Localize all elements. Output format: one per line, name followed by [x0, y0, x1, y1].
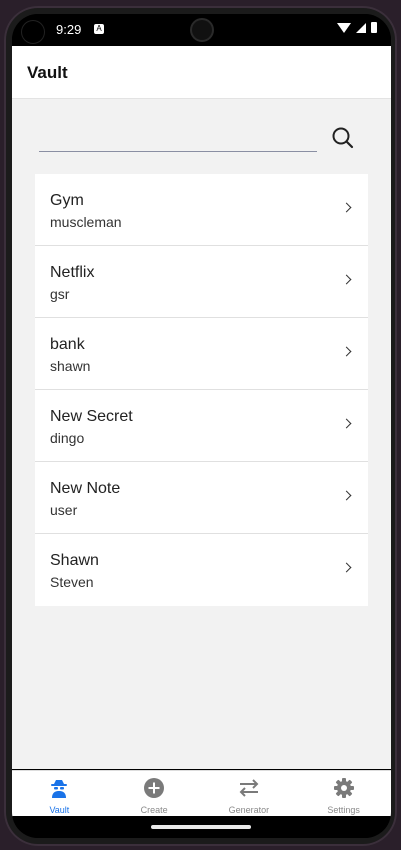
nav-label: Settings	[327, 805, 360, 815]
device-frame: 9:29 A Vault Gym muscleman Netflix gsr b…	[4, 6, 397, 846]
item-subtitle: muscleman	[50, 214, 122, 230]
nav-item-settings[interactable]: Settings	[296, 771, 391, 817]
search-input[interactable]	[39, 127, 317, 152]
page-title: Vault	[27, 63, 68, 82]
battery-icon	[371, 22, 377, 33]
swap-arrows-icon	[239, 779, 259, 797]
gear-icon	[333, 778, 354, 798]
app-bar: Vault	[12, 46, 391, 99]
nav-item-vault[interactable]: Vault	[12, 771, 107, 817]
nav-label: Vault	[49, 805, 70, 815]
screen: 9:29 A Vault Gym muscleman Netflix gsr b…	[12, 14, 391, 838]
list-item[interactable]: Netflix gsr	[35, 246, 368, 318]
status-time: 9:29	[56, 22, 82, 37]
chevron-right-icon	[341, 202, 352, 213]
chevron-right-icon	[341, 274, 352, 285]
item-title: Gym	[50, 192, 84, 209]
list-item[interactable]: Shawn Steven	[35, 534, 368, 606]
item-subtitle: gsr	[50, 286, 70, 302]
list-item[interactable]: New Secret dingo	[35, 390, 368, 462]
item-title: Netflix	[50, 264, 95, 281]
bottom-navigation: Vault Create Generator Settings	[12, 770, 391, 817]
item-subtitle: user	[50, 502, 78, 518]
search-icon[interactable]	[330, 125, 356, 151]
signal-icon	[356, 22, 366, 33]
nav-item-generator[interactable]: Generator	[202, 771, 297, 817]
front-camera	[192, 20, 212, 40]
chevron-right-icon	[341, 562, 352, 573]
nav-item-create[interactable]: Create	[107, 771, 202, 817]
list-item[interactable]: bank shawn	[35, 318, 368, 390]
item-title: bank	[50, 336, 85, 353]
main-content: Gym muscleman Netflix gsr bank shawn New…	[12, 99, 391, 769]
item-title: New Note	[50, 480, 121, 497]
a-notification-icon: A	[94, 24, 104, 34]
status-icons	[337, 22, 377, 33]
chevron-right-icon	[341, 490, 352, 501]
nav-label: Generator	[228, 805, 270, 815]
list-item[interactable]: Gym muscleman	[35, 174, 368, 246]
item-subtitle: Steven	[50, 574, 94, 590]
item-subtitle: dingo	[50, 430, 85, 446]
secrets-list: Gym muscleman Netflix gsr bank shawn New…	[35, 174, 368, 606]
wifi-icon	[337, 22, 351, 33]
item-title: Shawn	[50, 552, 99, 569]
item-title: New Secret	[50, 408, 133, 425]
spy-icon	[51, 780, 68, 798]
chevron-right-icon	[341, 346, 352, 357]
plus-circle-icon	[144, 778, 165, 798]
list-item[interactable]: New Note user	[35, 462, 368, 534]
gesture-bar	[12, 816, 391, 838]
chevron-right-icon	[341, 418, 352, 429]
camera-cutout	[22, 21, 44, 43]
home-indicator[interactable]	[151, 825, 251, 829]
nav-label: Create	[140, 805, 168, 815]
item-subtitle: shawn	[50, 358, 91, 374]
status-bar: 9:29 A	[12, 14, 391, 46]
